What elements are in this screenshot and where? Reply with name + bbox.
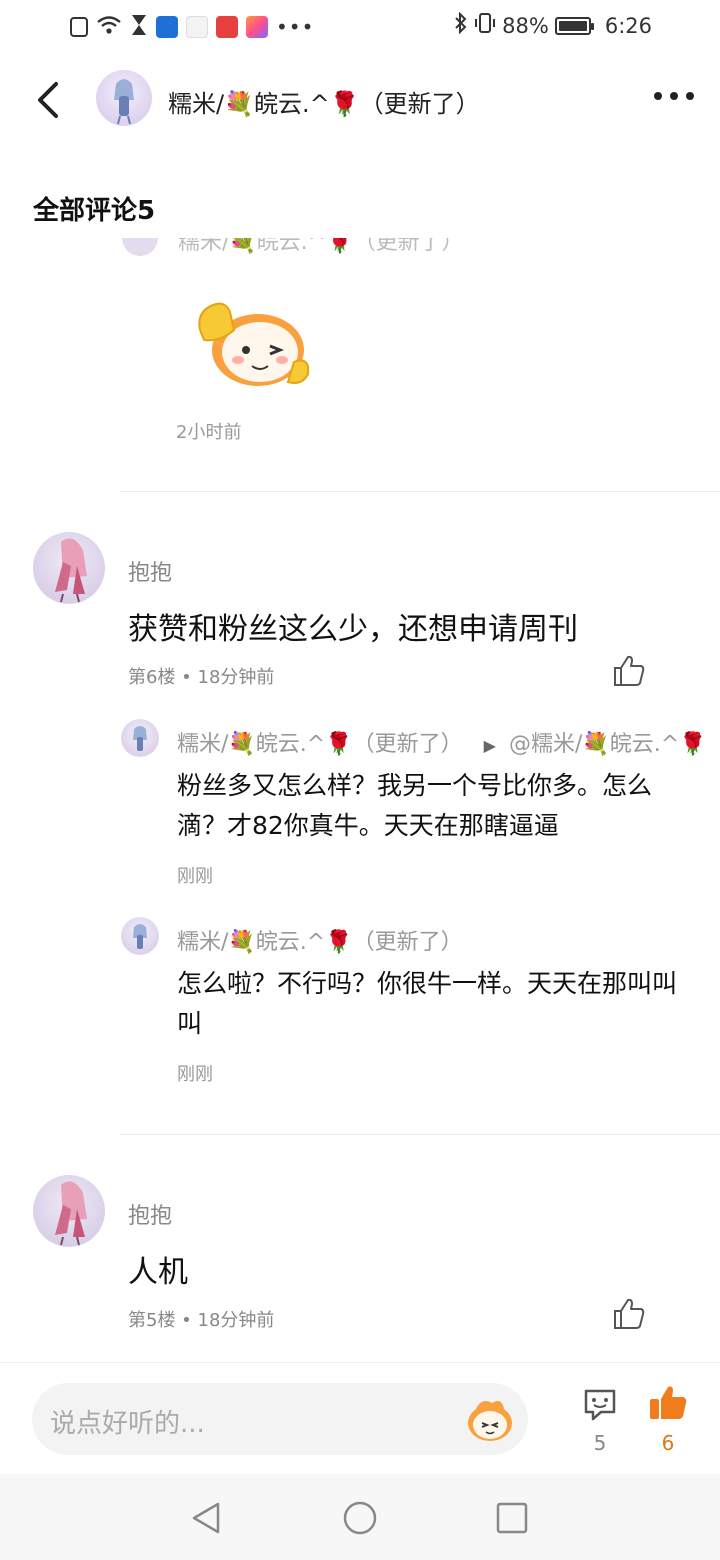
comment-input-placeholder: 说点好听的... (50, 1409, 205, 1439)
wifi-icon (96, 14, 122, 40)
reply-author[interactable]: 糯米/💐皖云.^🌹（更新了） ▶ @糯米/💐皖云.^🌹 (177, 726, 707, 758)
dot-icon (654, 92, 662, 100)
comment-meta: 第6楼 • 18分钟前 (128, 667, 275, 688)
commenter-name: 糯米/💐皖云.^🌹（更新了） (178, 238, 464, 255)
red-app-icon (216, 16, 238, 38)
reply-text: 粉丝多又怎么样？我另一个号比你多。怎么滴？才82你真牛。天天在那瞎逼逼 (177, 771, 653, 840)
hourglass-icon (130, 14, 148, 40)
commenter-avatar[interactable] (33, 1175, 105, 1247)
comment-text: 人机 (128, 1255, 188, 1290)
battery-icon (554, 16, 594, 35)
clock: 6:26 (604, 13, 652, 38)
nav-back-button[interactable] (188, 1500, 224, 1540)
reply-target: @糯米/💐皖云.^🌹 (508, 732, 707, 757)
comment-input[interactable]: 说点好听的... (32, 1383, 528, 1455)
reply-avatar[interactable] (121, 917, 159, 955)
comment-meta: 第5楼 • 18分钟前 (128, 1310, 275, 1331)
more-notifications-icon: ••• (276, 15, 315, 39)
comment-text: 获赞和粉丝这么少，还想申请周刊 (128, 612, 578, 647)
comment-time: 2小时前 (176, 422, 242, 443)
comments-count-button[interactable]: 5 (570, 1385, 630, 1455)
battery-percent: 88% (502, 13, 549, 38)
reply-text: 怎么啦？不行吗？你很牛一样。天天在那叫叫叫 (177, 969, 678, 1038)
reply-author-name[interactable]: 糯米/💐皖云.^🌹（更新了） (177, 924, 463, 956)
author-avatar[interactable] (96, 70, 152, 126)
dot-icon (686, 92, 694, 100)
chevron-left-icon (38, 82, 58, 118)
like-count: 6 (661, 1431, 675, 1455)
divider (120, 1134, 720, 1135)
commenter-avatar[interactable] (33, 532, 105, 604)
alert-icon (70, 17, 88, 37)
notification-icons: ••• (70, 14, 314, 40)
comments-section-title: 全部评论5 (33, 196, 156, 226)
nav-home-button[interactable] (342, 1500, 378, 1540)
scrolled-comment-header: 糯米/💐皖云.^🌹（更新了） (0, 238, 720, 262)
system-status: 88% 6:26 (454, 11, 652, 39)
shield-app-icon (156, 16, 178, 38)
sticker-image[interactable] (190, 290, 318, 390)
like-button[interactable] (612, 1297, 646, 1331)
top-header: 糯米/💐皖云.^🌹（更新了） (0, 56, 720, 140)
status-bar: ••• 88% 6:26 (0, 0, 720, 56)
reply-time: 刚刚 (177, 1064, 213, 1085)
vibrate-icon (474, 12, 496, 39)
triangle-back-icon (192, 1502, 220, 1534)
commenter-name[interactable]: 抱抱 (128, 1198, 172, 1230)
dot-icon (670, 92, 678, 100)
emoji-sticker-icon[interactable] (462, 1391, 518, 1447)
square-recents-icon (496, 1502, 528, 1534)
mail-app-icon (186, 16, 208, 38)
bluetooth-icon (454, 11, 468, 39)
system-navigation-bar (0, 1474, 720, 1560)
avatar (122, 238, 158, 256)
author-name[interactable]: 糯米/💐皖云.^🌹（更新了） (168, 84, 480, 119)
commenter-name[interactable]: 抱抱 (128, 555, 172, 587)
reply-avatar[interactable] (121, 719, 159, 757)
circle-home-icon (343, 1501, 377, 1535)
thumbs-up-icon (614, 655, 645, 686)
thumbs-up-icon (614, 1298, 645, 1329)
back-button[interactable] (28, 78, 68, 122)
comment-count: 5 (593, 1431, 607, 1455)
more-options-button[interactable] (654, 92, 694, 100)
reply-time: 刚刚 (177, 866, 213, 887)
like-count-button[interactable]: 6 (638, 1383, 698, 1455)
nav-recents-button[interactable] (494, 1500, 530, 1540)
like-button[interactable] (612, 654, 646, 688)
divider (120, 491, 720, 492)
thumbs-up-filled-icon (650, 1386, 687, 1419)
comment-bar: 说点好听的... 5 6 (0, 1362, 720, 1474)
colorful-app-icon (246, 16, 268, 38)
reply-arrow-icon: ▶ (483, 736, 496, 755)
comment-bubble-icon (584, 1389, 616, 1421)
reply-author-name: 糯米/💐皖云.^🌹（更新了） (177, 732, 463, 757)
